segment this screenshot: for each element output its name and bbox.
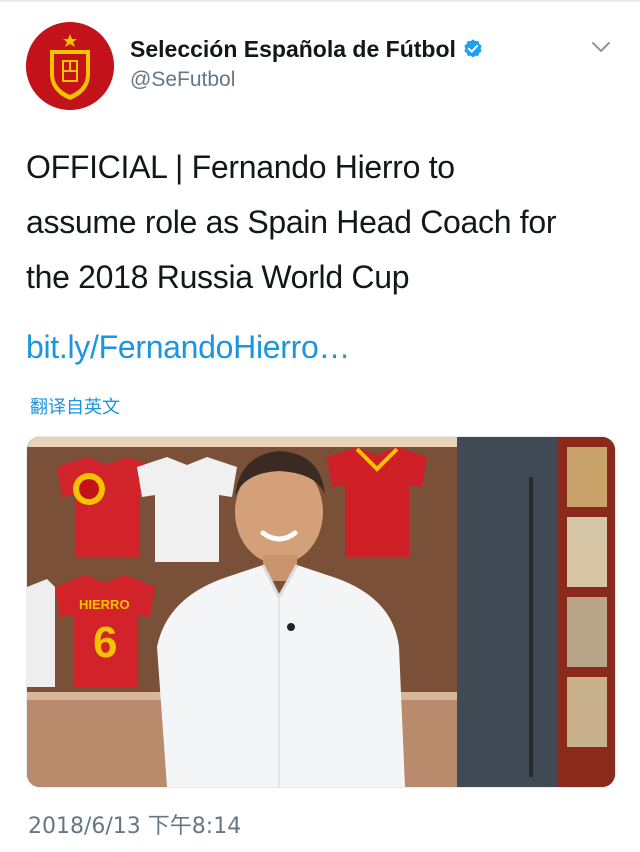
tweet-text-line: OFFICIAL | Fernando Hierro to [26, 149, 455, 185]
chevron-down-icon[interactable] [590, 36, 612, 58]
verified-badge-icon [464, 39, 482, 58]
tweet-photo-image: HIERRO 6 [27, 437, 615, 787]
tweet-timestamp: 2018/6/13 下午8:14 [28, 814, 242, 839]
translate-tweet-link[interactable]: 翻译自英文 [30, 393, 120, 419]
author-names: Selección Española de Fútbol @SeFutbol [130, 34, 570, 92]
avatar[interactable] [26, 22, 114, 110]
tweet-text: OFFICIAL | Fernando Hierro to assume rol… [26, 140, 616, 305]
tweet-link[interactable]: bit.ly/FernandoHierro… [26, 320, 351, 375]
author-handle[interactable]: @SeFutbol [130, 68, 570, 92]
author-display-name[interactable]: Selección Española de Fútbol [130, 36, 456, 63]
top-divider [0, 0, 640, 2]
jersey-number-text: 6 [93, 618, 117, 667]
jersey-name-text: HIERRO [79, 597, 130, 612]
tweet-header: Selección Española de Fútbol @SeFutbol [26, 22, 616, 112]
rfef-crest-icon [26, 22, 114, 110]
tweet-photo[interactable]: HIERRO 6 [26, 436, 616, 788]
tweet-text-line: the 2018 Russia World Cup [26, 259, 410, 295]
tweet-text-line: assume role as Spain Head Coach for [26, 204, 557, 240]
